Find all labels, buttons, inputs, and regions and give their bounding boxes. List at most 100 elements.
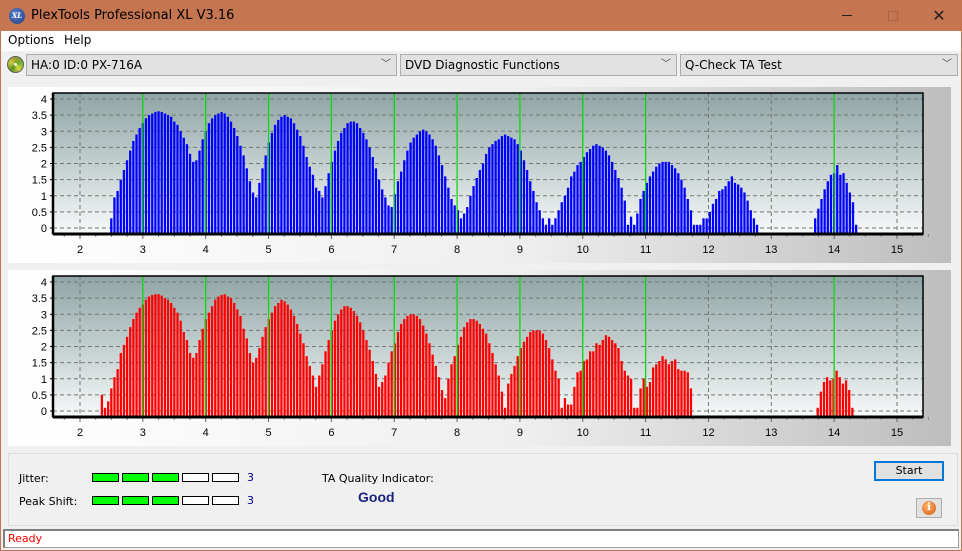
bar	[544, 340, 548, 417]
maximize-button[interactable]	[870, 0, 916, 31]
bar	[220, 294, 223, 417]
bar	[595, 144, 598, 234]
bar	[573, 386, 576, 417]
x-tick-label: 8	[454, 427, 460, 439]
meter-segment	[212, 496, 239, 505]
bar	[614, 343, 617, 417]
x-tick-label: 13	[765, 244, 777, 256]
bar	[428, 343, 431, 417]
bar	[255, 357, 258, 417]
info-icon: i	[922, 501, 936, 515]
bar	[365, 340, 368, 417]
bar	[346, 123, 349, 234]
close-button[interactable]: ✕	[916, 0, 962, 31]
bar	[614, 169, 617, 234]
bar	[122, 344, 126, 417]
bar	[396, 181, 400, 234]
bar	[371, 361, 374, 417]
x-tick-label: 3	[140, 427, 146, 439]
bar	[406, 150, 409, 234]
bar	[503, 134, 507, 234]
bar	[151, 113, 154, 234]
bar	[166, 115, 170, 234]
y-tick-label: 3	[41, 309, 47, 321]
bar	[541, 333, 545, 417]
bar	[541, 218, 545, 234]
bar	[299, 333, 302, 417]
bar	[516, 356, 519, 417]
bar	[585, 359, 589, 417]
bar	[522, 160, 526, 234]
bar	[513, 139, 516, 234]
bar	[459, 336, 463, 417]
bar	[623, 370, 626, 417]
bar	[384, 197, 387, 234]
bar	[409, 142, 412, 234]
bar	[576, 372, 579, 417]
info-button[interactable]: i	[916, 498, 942, 518]
bar	[639, 388, 642, 417]
bar	[648, 176, 652, 234]
bar	[513, 365, 516, 417]
bar	[428, 134, 431, 234]
bar	[714, 198, 718, 234]
bar	[841, 383, 845, 417]
results-panel: Jitter: 3 Peak Shift: 3 TA Quality Indic…	[8, 453, 958, 526]
x-tick-label: 9	[517, 427, 523, 439]
bar	[636, 213, 639, 234]
bar	[598, 145, 601, 234]
bar	[494, 364, 497, 417]
bar	[674, 168, 677, 234]
bar	[182, 137, 185, 234]
menu-help[interactable]: Help	[64, 33, 91, 47]
bar	[318, 190, 321, 234]
x-tick-label: 15	[891, 427, 903, 439]
bar	[132, 319, 135, 417]
bar	[488, 343, 491, 417]
bar	[340, 132, 343, 234]
bar	[258, 348, 261, 417]
y-tick-label: 3.5	[32, 110, 47, 122]
bar	[667, 161, 671, 234]
x-tick-label: 3	[140, 244, 146, 256]
menu-options[interactable]: Options	[8, 33, 54, 47]
bar	[207, 312, 211, 417]
bar	[179, 320, 182, 417]
bar	[147, 115, 151, 234]
bar	[415, 134, 419, 234]
y-tick-label: 0	[41, 223, 47, 235]
y-tick-label: 1.5	[32, 175, 47, 187]
close-icon: ✕	[932, 7, 946, 25]
bar	[289, 118, 293, 234]
peak-shift-meter	[92, 496, 239, 505]
bar	[617, 348, 620, 417]
function-group-select[interactable]: DVD Diagnostic Functions ﹀	[400, 54, 677, 76]
bar	[579, 161, 582, 234]
bar	[500, 136, 504, 234]
start-button[interactable]: Start	[874, 461, 944, 481]
bar	[270, 132, 274, 234]
bar	[730, 176, 734, 234]
bar	[327, 340, 330, 417]
bar	[573, 171, 576, 234]
y-tick-label: 1.5	[32, 358, 47, 370]
y-tick-label: 0.5	[32, 390, 47, 402]
bar	[173, 121, 176, 234]
bar	[510, 137, 513, 234]
bar	[529, 331, 532, 417]
bar	[371, 157, 374, 234]
bar	[352, 121, 356, 234]
bar	[308, 166, 311, 234]
ta-quality-label: TA Quality Indicator:	[322, 472, 434, 485]
drive-select[interactable]: HA:0 ID:0 PX-716A ﹀	[26, 54, 397, 76]
x-tick-label: 7	[391, 427, 397, 439]
bar	[604, 335, 608, 417]
minimize-button[interactable]	[824, 0, 870, 31]
bar	[138, 128, 141, 234]
test-select[interactable]: Q-Check TA Test ﹀	[680, 54, 958, 76]
bar	[708, 211, 711, 234]
bar	[292, 315, 296, 417]
bar	[239, 145, 242, 234]
bar	[119, 179, 122, 234]
bar	[462, 327, 466, 417]
